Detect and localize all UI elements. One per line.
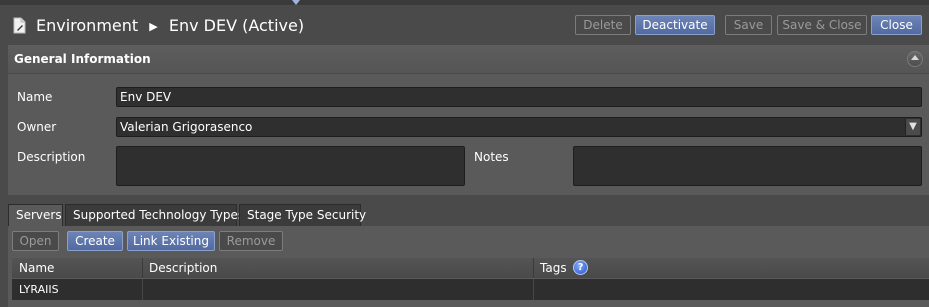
cell-divider (533, 279, 534, 300)
delete-button[interactable]: Delete (575, 15, 631, 35)
owner-label: Owner (17, 120, 57, 134)
breadcrumb-root[interactable]: Environment (36, 16, 138, 35)
close-button[interactable]: Close (871, 15, 922, 35)
page-header: Environment ▶ Env DEV (Active) Delete De… (0, 5, 929, 45)
page-title: Env DEV (Active) (168, 16, 305, 35)
link-existing-button[interactable]: Link Existing (127, 231, 215, 251)
servers-panel: Open Create Link Existing Remove Name De… (8, 226, 929, 307)
panel-title: General Information (14, 52, 151, 66)
name-field[interactable]: Env DEV (116, 87, 922, 107)
breadcrumb: Environment ▶ Env DEV (Active) (36, 16, 304, 35)
tab-servers[interactable]: Servers (8, 204, 63, 226)
help-icon[interactable]: ? (573, 260, 588, 275)
cell-divider (142, 279, 143, 300)
chevron-down-icon[interactable]: ▼ (905, 119, 920, 135)
tab-stage-type-security[interactable]: Stage Type Security (239, 204, 366, 226)
table-header: Name Description Tags ? (12, 258, 929, 278)
save-close-button[interactable]: Save & Close (777, 15, 867, 35)
column-header-description[interactable]: Description (149, 261, 217, 275)
description-label: Description (17, 150, 86, 164)
tab-supported-technology-types[interactable]: Supported Technology Types (65, 204, 244, 226)
owner-select-value: Valerian Grigorasenco (120, 120, 253, 134)
deactivate-button[interactable]: Deactivate (635, 15, 715, 35)
collapse-icon[interactable] (907, 51, 923, 67)
column-divider[interactable] (533, 258, 534, 278)
create-button[interactable]: Create (67, 231, 123, 251)
column-header-tags[interactable]: Tags (540, 261, 567, 275)
notes-label: Notes (474, 150, 509, 164)
name-label: Name (17, 90, 53, 104)
save-button[interactable]: Save (725, 15, 772, 35)
document-edit-icon (13, 17, 26, 34)
owner-select[interactable]: Valerian Grigorasenco ▼ (116, 117, 922, 137)
breadcrumb-separator-icon: ▶ (149, 20, 158, 33)
general-information-panel: General Information Name Env DEV Owner V… (8, 45, 929, 195)
table-row[interactable]: LYRAIIS (12, 279, 929, 300)
row-name: LYRAIIS (19, 283, 59, 296)
open-button[interactable]: Open (12, 231, 59, 251)
description-field[interactable] (116, 146, 465, 186)
remove-button[interactable]: Remove (219, 231, 283, 251)
notes-field[interactable] (573, 146, 922, 186)
column-divider[interactable] (142, 258, 143, 278)
column-header-name[interactable]: Name (19, 261, 54, 275)
panel-header: General Information (8, 45, 929, 74)
